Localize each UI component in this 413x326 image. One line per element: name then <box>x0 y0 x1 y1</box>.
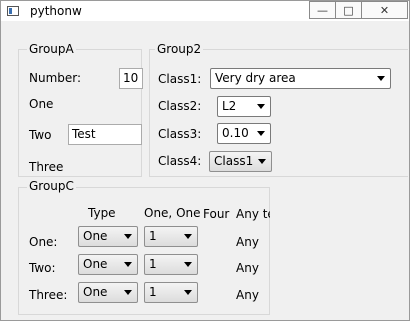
groupA-title: GroupA <box>27 42 76 56</box>
class3-label: Class3: <box>158 127 202 141</box>
row-three-any: Any <box>236 288 259 302</box>
header-four: Four <box>203 207 230 221</box>
row-three-type-combobox[interactable]: One <box>78 282 138 303</box>
maximize-icon: □ <box>343 3 354 17</box>
chevron-down-icon <box>124 262 132 267</box>
row-one-number-combobox[interactable]: 1 <box>144 226 198 247</box>
row-two-type-combobox[interactable]: One <box>78 254 138 275</box>
class1-value: Very dry area <box>215 71 296 85</box>
row-two-number-combobox[interactable]: 1 <box>144 254 198 275</box>
class4-value: Class1 <box>214 154 254 168</box>
chevron-down-icon <box>184 290 192 295</box>
number-label: Number: <box>29 71 82 85</box>
row-two-number-value: 1 <box>149 257 157 271</box>
close-button[interactable]: ✕ <box>361 1 408 19</box>
group2-title: Group2 <box>155 42 204 56</box>
header-any-text: Any te <box>236 207 270 221</box>
number-spinbox[interactable]: 10 <box>119 68 143 89</box>
row-two-label: Two: <box>29 261 56 275</box>
maximize-button[interactable]: □ <box>335 1 362 19</box>
header-type: Type <box>88 206 116 220</box>
row-one-label: One: <box>29 235 58 249</box>
class3-combobox[interactable]: 0.10 <box>217 123 271 144</box>
row-two-any: Any <box>236 261 259 275</box>
chevron-down-icon <box>124 290 132 295</box>
row-one-type-combobox[interactable]: One <box>78 226 138 247</box>
chevron-down-icon <box>257 131 265 136</box>
title-bar[interactable]: pythonw — □ ✕ <box>1 1 409 21</box>
chevron-down-icon <box>184 262 192 267</box>
minimize-button[interactable]: — <box>309 1 336 19</box>
class1-label: Class1: <box>158 72 202 86</box>
row-three-label: Three: <box>29 288 68 302</box>
groupC-title: GroupC <box>27 179 76 193</box>
one-label: One <box>29 97 54 111</box>
row-three-number-combobox[interactable]: 1 <box>144 282 198 303</box>
class2-value: L2 <box>222 99 237 113</box>
class4-combobox[interactable]: Class1 <box>209 151 272 172</box>
row-three-type-value: One <box>83 285 108 299</box>
chevron-down-icon <box>377 76 385 81</box>
class2-label: Class2: <box>158 99 202 113</box>
row-one-number-value: 1 <box>149 229 157 243</box>
chevron-down-icon <box>124 234 132 239</box>
chevron-down-icon <box>258 159 266 164</box>
row-two-type-value: One <box>83 257 108 271</box>
chevron-down-icon <box>257 104 265 109</box>
header-one-one: One, One <box>144 206 201 220</box>
chevron-down-icon <box>184 234 192 239</box>
two-text-field[interactable]: Test <box>68 124 142 145</box>
class3-value: 0.10 <box>222 126 249 140</box>
close-icon: ✕ <box>379 3 390 17</box>
two-label: Two <box>29 128 52 142</box>
minimize-icon: — <box>317 3 328 17</box>
class1-combobox[interactable]: Very dry area <box>210 68 391 89</box>
class4-label: Class4: <box>158 154 202 168</box>
row-three-number-value: 1 <box>149 285 157 299</box>
app-window-icon <box>7 6 19 16</box>
main-window: pythonw — □ ✕ GroupA Number: 10 One Two … <box>0 0 410 321</box>
class2-combobox[interactable]: L2 <box>217 96 271 117</box>
window-title: pythonw <box>30 4 82 18</box>
row-one-type-value: One <box>83 229 108 243</box>
three-label: Three <box>29 160 64 174</box>
row-one-any: Any <box>236 235 259 249</box>
